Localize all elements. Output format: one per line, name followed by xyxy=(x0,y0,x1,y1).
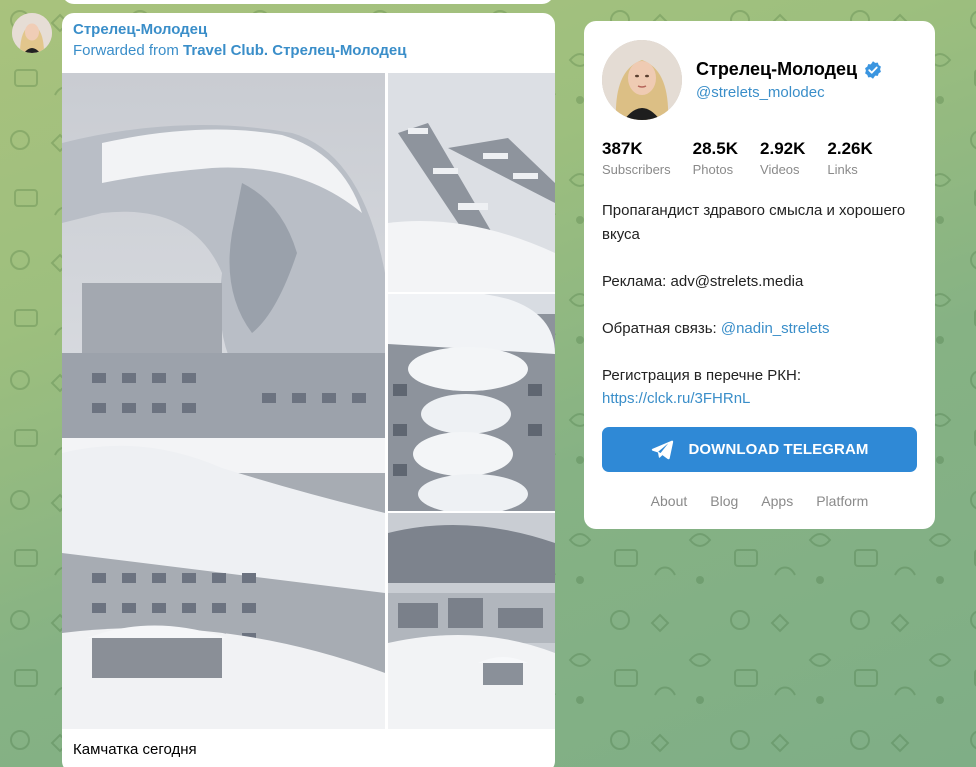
feedback-contact: Обратная связь: @nadin_strelets xyxy=(602,317,922,341)
download-telegram-button[interactable]: DOWNLOAD TELEGRAM xyxy=(602,427,917,472)
stat-photos[interactable]: 28.5K Photos xyxy=(693,139,738,180)
channel-info-card: Стрелец-Молодец @strelets_molodec 387K S… xyxy=(584,21,935,529)
channel-stats: 387K Subscribers 28.5K Photos 2.92K Vide… xyxy=(602,139,895,180)
verified-badge-icon xyxy=(865,60,882,79)
feedback-link[interactable]: @nadin_strelets xyxy=(721,320,830,337)
footer-link-apps[interactable]: Apps xyxy=(761,493,793,509)
stat-videos[interactable]: 2.92K Videos xyxy=(760,139,805,180)
snowy-street-photo[interactable] xyxy=(388,73,555,292)
stat-label: Links xyxy=(827,162,858,177)
rkn-link[interactable]: https://clck.ru/3FHRnL xyxy=(602,390,750,407)
stat-value: 28.5K xyxy=(692,139,739,158)
download-label: DOWNLOAD TELEGRAM xyxy=(688,441,869,458)
message-bubble: Стрелец-Молодец Forwarded from Travel Cl… xyxy=(62,13,555,767)
channel-name-link[interactable]: Стрелец-Молодец xyxy=(73,20,544,40)
channel-avatar[interactable] xyxy=(602,40,682,120)
ad-contact: Реклама: adv@strelets.media xyxy=(602,272,804,290)
stat-label: Videos xyxy=(760,162,800,177)
message-caption: Камчатка сегодня xyxy=(73,741,197,758)
channel-description: Пропагандист здравого смысла и хорошего … xyxy=(602,199,922,411)
stat-subscribers[interactable]: 387K Subscribers xyxy=(602,139,671,180)
snow-balconies-photo[interactable] xyxy=(388,294,555,511)
stat-value: 387K xyxy=(602,139,643,158)
feedback-prefix: Обратная связь: xyxy=(602,319,717,337)
channel-avatar-small[interactable] xyxy=(12,13,52,53)
stat-label: Subscribers xyxy=(602,162,671,177)
stat-links[interactable]: 2.26K Links xyxy=(827,139,872,180)
stat-label: Photos xyxy=(692,162,734,177)
forwarded-prefix: Forwarded from xyxy=(73,42,179,59)
telegram-plane-icon xyxy=(651,440,674,459)
channel-title-text: Стрелец-Молодец xyxy=(696,59,858,79)
snowdrift-photo[interactable] xyxy=(62,73,385,729)
footer-link-about[interactable]: About xyxy=(651,493,688,509)
previous-message-bubble xyxy=(62,0,554,4)
message-header: Стрелец-Молодец Forwarded from Travel Cl… xyxy=(62,13,555,72)
rkn-text: Регистрация в перечне РКН: xyxy=(602,366,801,384)
forwarded-source-link[interactable]: Travel Club. Стрелец-Молодец xyxy=(183,42,406,59)
snowy-town-photo[interactable] xyxy=(388,513,555,729)
channel-handle[interactable]: @strelets_molodec xyxy=(696,84,825,101)
photo-album xyxy=(62,73,555,729)
forwarded-from: Forwarded from Travel Club. Стрелец-Моло… xyxy=(73,41,544,61)
channel-title: Стрелец-Молодец xyxy=(696,59,883,80)
stat-value: 2.92K xyxy=(760,139,806,158)
footer-link-platform[interactable]: Platform xyxy=(816,493,868,509)
stat-value: 2.26K xyxy=(827,139,873,158)
description-line: Пропагандист здравого смысла и хорошего … xyxy=(602,202,906,243)
footer-link-blog[interactable]: Blog xyxy=(710,493,738,509)
rkn-registration: Регистрация в перечне РКН: https://clck.… xyxy=(602,364,922,411)
footer-links: About Blog Apps Platform xyxy=(584,493,935,509)
